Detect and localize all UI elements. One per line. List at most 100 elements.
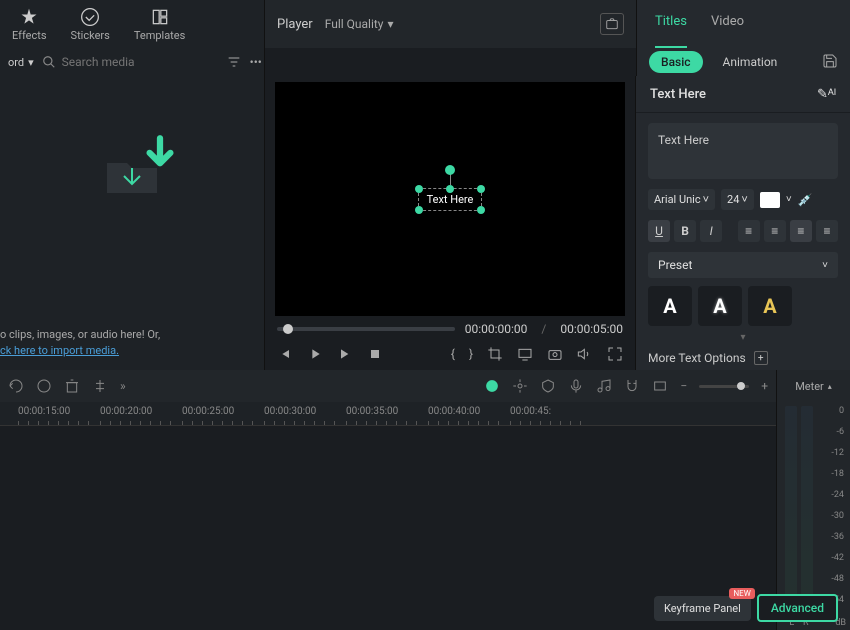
rotate-handle[interactable] <box>445 165 455 175</box>
new-badge: NEW <box>729 588 754 599</box>
resize-handle[interactable] <box>446 185 454 193</box>
meter-mark: -24 <box>831 490 844 500</box>
save-preset-icon[interactable] <box>822 53 838 72</box>
magnet-button[interactable] <box>624 378 640 394</box>
split-button[interactable] <box>92 378 108 394</box>
sort-dropdown[interactable]: ord ▾ <box>8 56 34 69</box>
tab-titles[interactable]: Titles <box>655 14 687 48</box>
subtab-animation[interactable]: Animation <box>711 51 790 73</box>
redo-button[interactable] <box>36 378 52 394</box>
ruler-mark: 00:00:30:00 <box>264 406 316 417</box>
marker-button[interactable] <box>484 378 500 394</box>
stop-button[interactable] <box>367 346 383 362</box>
shield-button[interactable] <box>540 378 556 394</box>
ratio-button[interactable] <box>652 378 668 394</box>
zoom-out-button[interactable]: − <box>680 379 687 393</box>
search-input[interactable] <box>62 55 218 69</box>
ruler-mark: 00:00:25:00 <box>182 406 234 417</box>
meter-mark: -36 <box>831 532 844 542</box>
subtab-basic[interactable]: Basic <box>649 51 703 73</box>
timeline-ruler[interactable]: 00:00:15:00 00:00:20:00 00:00:25:00 00:00:3… <box>0 402 776 426</box>
advanced-button[interactable]: Advanced <box>757 594 838 622</box>
align-right-button[interactable]: ≡ <box>790 220 812 242</box>
meter-mark: -12 <box>831 448 844 458</box>
align-center-button[interactable]: ≡ <box>764 220 786 242</box>
resize-handle[interactable] <box>477 185 485 193</box>
delete-button[interactable] <box>64 378 80 394</box>
align-left-button[interactable]: ≡ <box>738 220 760 242</box>
templates-label: Templates <box>134 29 185 42</box>
meter-mark: -6 <box>836 427 844 437</box>
preview-canvas[interactable]: Text Here <box>275 82 625 316</box>
add-text-option[interactable]: + <box>754 351 768 365</box>
undo-button[interactable] <box>8 378 24 394</box>
stickers-tab[interactable]: Stickers <box>67 4 114 44</box>
mark-out-button[interactable]: } <box>469 347 473 361</box>
underline-button[interactable]: U <box>648 220 670 242</box>
align-justify-button[interactable]: ≡ <box>816 220 838 242</box>
preset-dropdown[interactable]: Preset˅ <box>648 252 838 278</box>
preset-style-2[interactable]: A <box>698 286 742 326</box>
ai-edit-icon[interactable]: ✎ᴬᴵ <box>817 86 836 102</box>
resize-handle[interactable] <box>477 206 485 214</box>
ruler-mark: 00:00:35:00 <box>346 406 398 417</box>
music-button[interactable] <box>596 378 612 394</box>
eyedropper-icon[interactable]: 💉 <box>798 193 813 207</box>
filter-button[interactable] <box>226 54 242 70</box>
playhead[interactable] <box>283 324 293 334</box>
zoom-slider[interactable] <box>699 385 749 388</box>
text-element[interactable]: Text Here <box>418 188 483 211</box>
search-icon <box>42 55 56 69</box>
import-dropzone[interactable] <box>12 148 252 198</box>
text-content-input[interactable]: Text Here <box>648 123 838 179</box>
meter-mark: -42 <box>831 553 844 563</box>
resize-handle[interactable] <box>415 206 423 214</box>
meter-toggle[interactable]: Meter▴ <box>777 370 850 402</box>
display-button[interactable] <box>517 346 533 362</box>
play-forward-button[interactable] <box>337 346 353 362</box>
resize-handle[interactable] <box>415 185 423 193</box>
font-dropdown[interactable]: Arial Unic˅ <box>648 189 715 210</box>
prev-frame-button[interactable] <box>277 346 293 362</box>
italic-button[interactable]: I <box>700 220 722 242</box>
meter-bar-r <box>801 406 813 610</box>
mark-in-button[interactable]: { <box>451 347 455 361</box>
font-size-dropdown[interactable]: 24˅ <box>721 189 754 210</box>
templates-tab[interactable]: Templates <box>130 4 189 44</box>
time-total: 00:00:05:00 <box>560 322 623 336</box>
keyframe-panel-button[interactable]: Keyframe Panel NEW <box>654 596 751 621</box>
audio-button[interactable] <box>577 346 593 362</box>
more-button[interactable]: ••• <box>250 55 262 69</box>
crop-button[interactable] <box>487 346 503 362</box>
ruler-mark: 00:00:20:00 <box>100 406 152 417</box>
effects-tab[interactable]: Effects <box>8 4 51 44</box>
preset-style-1[interactable]: A <box>648 286 692 326</box>
snapshot-button[interactable] <box>600 13 624 35</box>
color-picker[interactable] <box>760 192 780 208</box>
more-text-options: More Text Options <box>648 351 746 365</box>
meter-mark: -18 <box>831 469 844 479</box>
ruler-mark: 00:00:40:00 <box>428 406 480 417</box>
meter-mark: -48 <box>831 574 844 584</box>
play-button[interactable] <box>307 346 323 362</box>
color-dropdown[interactable]: ˅ <box>786 194 792 205</box>
adjust-button[interactable] <box>512 378 528 394</box>
meter-mark: -30 <box>831 511 844 521</box>
quality-dropdown[interactable]: Full Quality ▾ <box>325 17 394 31</box>
stickers-label: Stickers <box>71 29 110 42</box>
import-link[interactable]: ck here to import media. <box>0 344 119 357</box>
expand-button[interactable]: » <box>120 379 126 393</box>
ruler-mark: 00:00:45: <box>510 406 551 417</box>
meter-bar-l <box>785 406 797 610</box>
preset-style-3[interactable]: A <box>748 286 792 326</box>
fullscreen-button[interactable] <box>607 346 623 362</box>
zoom-in-button[interactable]: + <box>761 379 768 393</box>
scrubber[interactable] <box>277 327 455 331</box>
expand-presets[interactable]: ▾ <box>636 332 850 343</box>
mic-button[interactable] <box>568 378 584 394</box>
camera-button[interactable] <box>547 346 563 362</box>
bold-button[interactable]: B <box>674 220 696 242</box>
tab-video[interactable]: Video <box>711 14 744 48</box>
ruler-mark: 00:00:15:00 <box>18 406 70 417</box>
effects-label: Effects <box>12 29 47 42</box>
